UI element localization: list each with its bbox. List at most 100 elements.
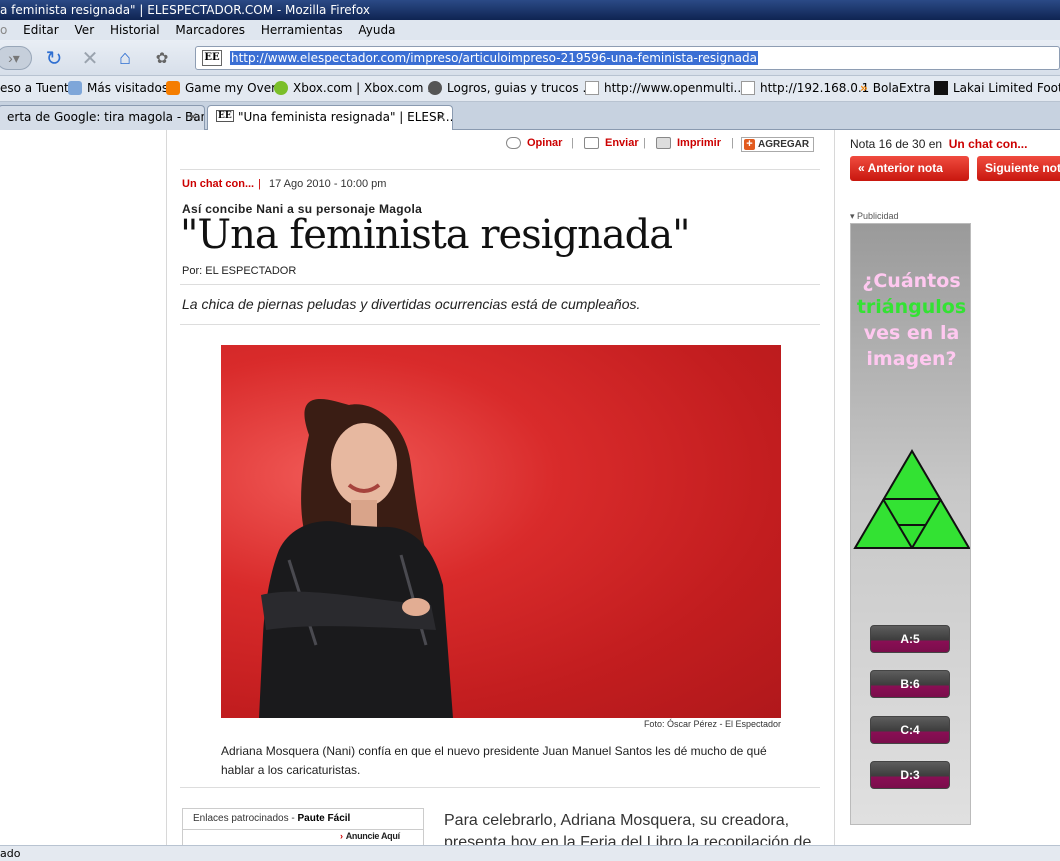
bookmark-tuenti[interactable]: eso a Tuenti xyxy=(0,81,72,95)
page-icon xyxy=(585,81,599,95)
photo-caption: Adriana Mosquera (Nani) confía en que el… xyxy=(221,744,767,777)
anuncie-aqui-link[interactable]: Anuncie Aquí xyxy=(340,831,400,841)
bookmark-label: BolaExtra xyxy=(872,81,931,95)
lakai-icon xyxy=(934,81,948,95)
globe-icon xyxy=(428,81,442,95)
article-photo xyxy=(221,345,781,718)
site-favicon-icon: EE xyxy=(216,110,234,122)
nota-section-link[interactable]: Un chat con... xyxy=(949,137,1028,151)
menu-ver[interactable]: Ver xyxy=(75,23,95,37)
ad-question-line: ves en la xyxy=(863,322,960,344)
article-date: 17 Ago 2010 - 10:00 pm xyxy=(269,178,387,190)
nota-counter: Nota 16 de 30 en Un chat con... xyxy=(850,137,1027,151)
site-favicon-icon: EE xyxy=(202,50,222,66)
enviar-label: Enviar xyxy=(605,137,639,149)
separator: | xyxy=(643,137,646,149)
reload-button[interactable]: ↻ xyxy=(42,46,66,70)
divider xyxy=(180,284,820,285)
window-title: a feminista resignada" | ELESPECTADOR.CO… xyxy=(0,3,370,17)
divider xyxy=(183,829,423,830)
close-tab-icon[interactable]: ✕ xyxy=(436,110,446,124)
ad-question-line: triángulos xyxy=(856,296,967,318)
opinar-link[interactable]: Opinar xyxy=(506,137,562,149)
tab-article[interactable]: EE "Una feminista resignada" | ELESP... … xyxy=(207,105,453,131)
advertising-label: ▾ Publicidad xyxy=(850,211,899,221)
window-title-bar: a feminista resignada" | ELESPECTADOR.CO… xyxy=(0,0,1060,20)
ad-option-a[interactable]: A:5 xyxy=(870,625,950,653)
bookmark-label: http://www.openmulti... xyxy=(604,81,745,95)
bookmark-game-my-over[interactable]: Game my Over xyxy=(166,81,276,95)
bookmark-label: Xbox.com | Xbox.com ... xyxy=(293,81,439,95)
bookmark-router[interactable]: http://192.168.0.1 xyxy=(741,81,869,95)
tab-label: "Una feminista resignada" | ELESP... xyxy=(238,110,453,124)
column-divider xyxy=(166,130,167,845)
menu-cut-item[interactable]: o xyxy=(0,23,7,37)
xbox-icon xyxy=(274,81,288,95)
triangle-figure-icon xyxy=(853,449,970,549)
enviar-link[interactable]: Enviar xyxy=(584,137,639,149)
bookmark-mas-visitados[interactable]: Más visitados xyxy=(68,81,168,95)
page-icon xyxy=(741,81,755,95)
url-text[interactable]: http://www.elespectador.com/impreso/arti… xyxy=(230,51,759,65)
triangle-quiz-ad[interactable]: ¿Cuántos triángulos ves en la imagen? A:… xyxy=(850,223,971,825)
status-bar: ado xyxy=(0,845,1060,861)
stop-button[interactable]: ✕ xyxy=(78,46,102,70)
ad-option-b[interactable]: B:6 xyxy=(870,670,950,698)
home-icon: ⌂ xyxy=(118,46,132,69)
separator: | xyxy=(571,137,574,149)
imprimir-label: Imprimir xyxy=(677,137,722,149)
ad-question-line: ¿Cuántos xyxy=(862,270,961,292)
divider xyxy=(180,787,820,788)
bookmark-xbox[interactable]: Xbox.com | Xbox.com ... xyxy=(274,81,439,95)
separator: | xyxy=(731,137,734,149)
imprimir-link[interactable]: Imprimir xyxy=(656,137,721,149)
divider xyxy=(180,324,820,325)
bookmark-label: Game my Over xyxy=(185,81,277,95)
sponsored-prefix: Enlaces patrocinados - xyxy=(193,813,298,824)
ad-question: ¿Cuántos triángulos ves en la imagen? xyxy=(851,268,970,372)
menu-ayuda[interactable]: Ayuda xyxy=(358,23,395,37)
menu-historial[interactable]: Historial xyxy=(110,23,160,37)
article-lead: La chica de piernas peludas y divertidas… xyxy=(182,296,641,312)
bookmark-label: Logros, guias y trucos ... xyxy=(447,81,594,95)
reload-icon: ↻ xyxy=(45,47,63,70)
ad-option-d[interactable]: D:3 xyxy=(870,761,950,789)
email-icon xyxy=(584,137,599,149)
menu-marcadores[interactable]: Marcadores xyxy=(175,23,245,37)
photo-credit: Foto: Óscar Pérez - El Espectador xyxy=(643,719,781,729)
ad-option-c[interactable]: C:4 xyxy=(870,716,950,744)
tab-label: erta de Google: tira magola - Ban... xyxy=(7,110,205,124)
close-tab-icon[interactable]: ✕ xyxy=(188,110,198,124)
ad-question-line: imagen? xyxy=(866,348,957,370)
navigation-toolbar: ›▾ ↻ ✕ ⌂ ✿ EE http://www.elespectador.co… xyxy=(0,40,1060,76)
bookmark-label: Lakai Limited Footw xyxy=(953,81,1060,95)
bookmark-label: eso a Tuenti xyxy=(0,81,73,95)
menu-editar[interactable]: Editar xyxy=(23,23,59,37)
forward-button[interactable]: ›▾ xyxy=(0,46,32,70)
print-icon xyxy=(656,137,671,149)
address-bar[interactable]: EE http://www.elespectador.com/impreso/a… xyxy=(195,46,1060,70)
section-link[interactable]: Un chat con... xyxy=(182,178,254,190)
puzzle-icon: ✿ xyxy=(155,50,169,67)
blogger-icon xyxy=(166,81,180,95)
rss-icon: » xyxy=(860,81,868,95)
tab-google-alert[interactable]: erta de Google: tira magola - Ban... ✕ xyxy=(0,105,205,130)
home-button[interactable]: ⌂ xyxy=(113,46,137,70)
woman-portrait-illustration xyxy=(259,398,453,718)
bookmark-logros[interactable]: Logros, guias y trucos ... xyxy=(428,81,594,95)
previous-note-label: « Anterior nota xyxy=(858,161,943,175)
previous-note-button[interactable]: « Anterior nota xyxy=(850,156,969,181)
article-byline: Por: EL ESPECTADOR xyxy=(182,265,297,277)
menu-herramientas[interactable]: Herramientas xyxy=(261,23,343,37)
paute-facil-link[interactable]: Paute Fácil xyxy=(298,813,351,824)
bookmark-openmulti[interactable]: http://www.openmulti... xyxy=(585,81,745,95)
stop-icon: ✕ xyxy=(81,47,99,70)
article-headline: "Una feminista resignada" xyxy=(180,212,691,258)
bookmark-bolaextra[interactable]: » BolaExtra xyxy=(860,81,931,95)
agregar-label: AGREGAR xyxy=(758,139,810,150)
next-note-button[interactable]: Siguiente nota xyxy=(977,156,1060,181)
bookmarks-toolbar: eso a Tuenti Más visitados Game my Over … xyxy=(0,76,1060,102)
bookmark-lakai[interactable]: Lakai Limited Footw xyxy=(934,81,1060,95)
addon-button[interactable]: ✿ xyxy=(150,46,174,70)
agregar-button[interactable]: AGREGAR xyxy=(741,137,815,152)
